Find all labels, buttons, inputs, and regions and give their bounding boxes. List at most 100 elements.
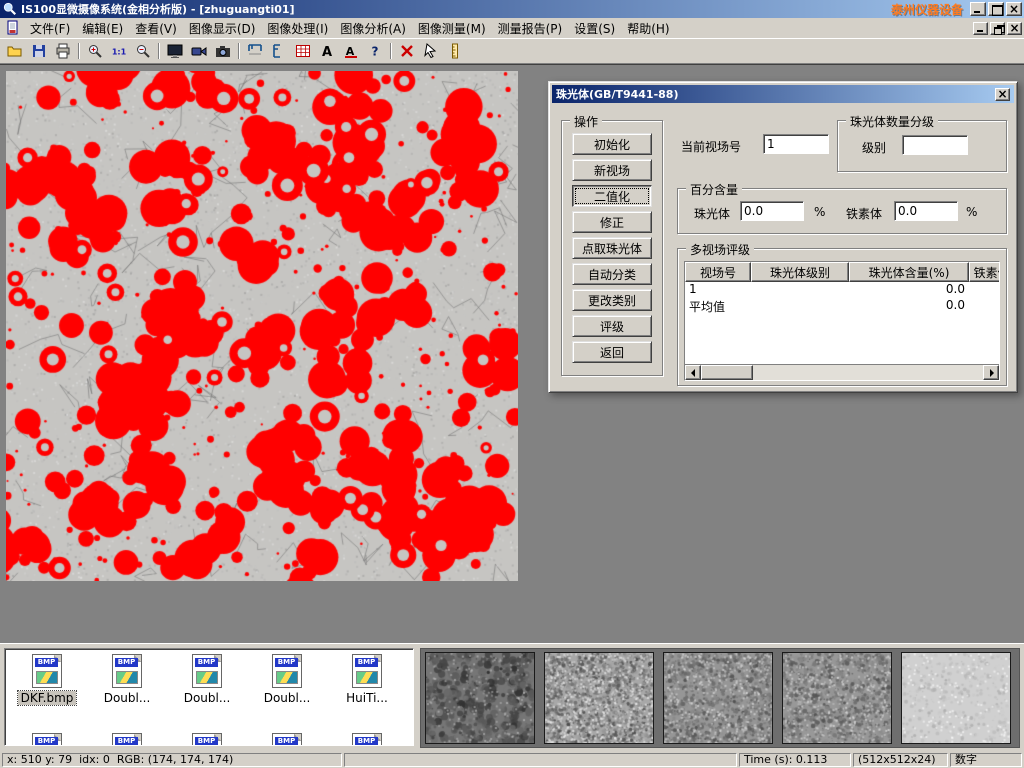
- bmp-badge: BMP: [115, 658, 138, 667]
- rating-table-body: 10.0平均值0.0: [685, 282, 999, 364]
- picker-icon[interactable]: [420, 41, 442, 61]
- child-close-button[interactable]: [1007, 22, 1022, 35]
- menu-bar: 文件(F)编辑(E)查看(V)图像显示(D)图像处理(I)图像分析(A)图像测量…: [0, 18, 1024, 38]
- menu-item-6[interactable]: 图像测量(M): [412, 19, 492, 38]
- caliper-h-icon[interactable]: [244, 41, 266, 61]
- delete-x-icon[interactable]: [396, 41, 418, 61]
- zoom-1-1-icon[interactable]: 1:1: [108, 41, 130, 61]
- toolbar-separator: [238, 43, 240, 59]
- toolbar-separator: [158, 43, 160, 59]
- op-button-3[interactable]: 修正: [572, 211, 652, 233]
- thumbnail-2[interactable]: [544, 652, 654, 744]
- help-icon[interactable]: ?: [364, 41, 386, 61]
- scroll-track[interactable]: [753, 365, 983, 380]
- op-button-0[interactable]: 初始化: [572, 133, 652, 155]
- camera-icon[interactable]: [212, 41, 234, 61]
- file-item-r2-2[interactable]: BMP: [167, 733, 247, 746]
- menu-item-2[interactable]: 查看(V): [129, 19, 183, 38]
- child-restore-button[interactable]: [990, 22, 1005, 35]
- op-button-8[interactable]: 返回: [572, 341, 652, 363]
- scroll-thumb[interactable]: [701, 365, 753, 380]
- table-hscrollbar[interactable]: [685, 364, 999, 380]
- thumbnail-3[interactable]: [663, 652, 773, 744]
- bmp-badge: BMP: [355, 658, 378, 667]
- toolbar-separator: [390, 43, 392, 59]
- measure-grid-icon[interactable]: [292, 41, 314, 61]
- menu-item-1[interactable]: 编辑(E): [76, 19, 129, 38]
- file-item-r2-3[interactable]: BMP: [247, 733, 327, 746]
- video-camera-icon[interactable]: [188, 41, 210, 61]
- file-item-2[interactable]: BMPDoubl...: [167, 654, 247, 705]
- file-name: Doubl...: [101, 691, 154, 705]
- dialog-title: 珠光体(GB/T9441-88): [556, 86, 678, 102]
- op-button-2[interactable]: 二值化: [572, 185, 652, 207]
- menu-item-7[interactable]: 测量报告(P): [492, 19, 569, 38]
- menu-item-3[interactable]: 图像显示(D): [183, 19, 262, 38]
- mode-status: 数字: [950, 753, 1022, 767]
- snapshot-icon[interactable]: [164, 41, 186, 61]
- file-browser[interactable]: BMPDKF.bmpBMPDoubl...BMPDoubl...BMPDoubl…: [4, 648, 414, 746]
- thumbnail-mini: [356, 671, 378, 684]
- scroll-right-button[interactable]: [983, 365, 999, 380]
- dialog-close-button[interactable]: [995, 88, 1010, 101]
- bmp-file-icon: BMP: [272, 733, 302, 746]
- scroll-left-button[interactable]: [685, 365, 701, 380]
- document-icon[interactable]: [5, 20, 21, 36]
- ferrite-percent-input[interactable]: [894, 201, 958, 221]
- op-button-5[interactable]: 自动分类: [572, 263, 652, 285]
- time-status: Time (s): 0.113: [739, 753, 851, 767]
- file-item-r2-4[interactable]: BMP: [327, 733, 407, 746]
- print-icon[interactable]: [52, 41, 74, 61]
- op-button-6[interactable]: 更改类别: [572, 289, 652, 311]
- ferrite-label: 铁素体: [846, 205, 882, 222]
- menu-item-8[interactable]: 设置(S): [568, 19, 621, 38]
- svg-text:A: A: [322, 45, 332, 59]
- open-folder-icon[interactable]: [4, 41, 26, 61]
- bmp-file-icon: BMP: [112, 733, 142, 746]
- table-header-1[interactable]: 珠光体级别: [751, 262, 849, 282]
- file-item-0[interactable]: BMPDKF.bmp: [7, 654, 87, 705]
- text-a-icon[interactable]: A: [316, 41, 338, 61]
- op-button-7[interactable]: 评级: [572, 315, 652, 337]
- zoom-out-icon[interactable]: [132, 41, 154, 61]
- grade-level-input[interactable]: [902, 135, 968, 155]
- table-row-0[interactable]: 10.0: [685, 282, 999, 298]
- file-item-r2-0[interactable]: BMP: [7, 733, 87, 746]
- table-header-0[interactable]: 视场号: [685, 262, 751, 282]
- metallograph-image[interactable]: [6, 71, 518, 581]
- table-header-2[interactable]: 珠光体含量(%): [849, 262, 969, 282]
- zoom-in-icon[interactable]: [84, 41, 106, 61]
- thumbnail-4[interactable]: [782, 652, 892, 744]
- menu-item-5[interactable]: 图像分析(A): [334, 19, 412, 38]
- child-minimize-button[interactable]: [973, 22, 988, 35]
- menu-item-4[interactable]: 图像处理(I): [261, 19, 334, 38]
- menu-item-9[interactable]: 帮助(H): [621, 19, 675, 38]
- minimize-button[interactable]: [970, 2, 986, 16]
- workspace: 珠光体(GB/T9441-88) 操作 初始化新视场二值化修正点取珠光体自动分类…: [0, 64, 1024, 643]
- dialog-title-bar[interactable]: 珠光体(GB/T9441-88): [552, 85, 1014, 103]
- menu-item-0[interactable]: 文件(F): [24, 19, 76, 38]
- current-field-input[interactable]: [763, 134, 829, 154]
- maximize-button[interactable]: [988, 2, 1004, 16]
- bmp-badge: BMP: [355, 737, 378, 746]
- thumbnail-5[interactable]: [901, 652, 1011, 744]
- caliper-v-icon[interactable]: [268, 41, 290, 61]
- application-window: IS100显微摄像系统(金相分析版) - [zhuguangti01] 泰州仪器…: [0, 0, 1024, 768]
- pearlite-percent-input[interactable]: [740, 201, 804, 221]
- table-header-3[interactable]: 铁素体含量(%): [969, 262, 999, 282]
- thumbnail-1[interactable]: [425, 652, 535, 744]
- table-row-1[interactable]: 平均值0.0: [685, 298, 999, 314]
- app-icon: [2, 1, 18, 17]
- annotate-icon[interactable]: A: [340, 41, 362, 61]
- close-button[interactable]: [1006, 2, 1022, 16]
- op-button-1[interactable]: 新视场: [572, 159, 652, 181]
- ruler-icon[interactable]: [444, 41, 466, 61]
- file-item-r2-1[interactable]: BMP: [87, 733, 167, 746]
- bmp-file-icon: BMP: [352, 654, 382, 688]
- pearlite-label: 珠光体: [694, 205, 730, 222]
- op-button-4[interactable]: 点取珠光体: [572, 237, 652, 259]
- file-item-4[interactable]: BMPHuiTi...: [327, 654, 407, 705]
- save-icon[interactable]: [28, 41, 50, 61]
- file-item-1[interactable]: BMP Doubl...: [87, 654, 167, 705]
- file-item-3[interactable]: BMPDoubl...: [247, 654, 327, 705]
